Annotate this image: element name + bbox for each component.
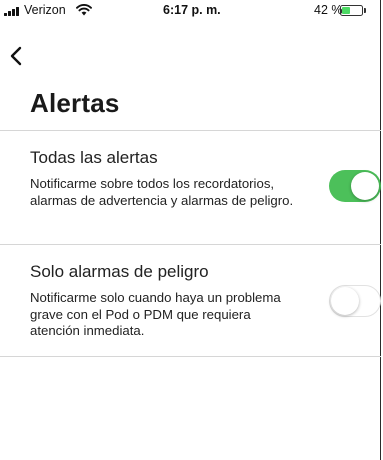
divider	[0, 130, 381, 131]
divider	[0, 356, 381, 357]
app-screen: Verizon 6:17 p. m. 42 % Alertas Todas la…	[0, 0, 381, 460]
wifi-icon	[76, 4, 92, 16]
toggle-knob	[331, 286, 359, 315]
carrier-name: Verizon	[24, 3, 66, 17]
setting-title-all-alerts: Todas las alertas	[30, 148, 158, 167]
setting-title-danger-only: Solo alarmas de peligro	[30, 262, 209, 281]
page-title: Alertas	[30, 88, 120, 118]
battery-percent: 42 %	[314, 3, 343, 17]
battery-tip	[364, 8, 366, 13]
toggle-danger-only[interactable]	[329, 285, 381, 317]
divider	[0, 244, 381, 245]
status-time: 6:17 p. m.	[163, 3, 221, 17]
battery-fill	[342, 7, 350, 14]
setting-description-all-alerts: Notificarme sobre todos los recordatorio…	[30, 176, 294, 208]
battery-icon	[340, 5, 363, 16]
signal-icon	[4, 7, 24, 16]
status-bar: Verizon 6:17 p. m. 42 %	[0, 0, 381, 20]
toggle-knob	[351, 172, 379, 200]
toggle-all-alerts[interactable]	[329, 170, 381, 202]
setting-description-danger-only: Notificarme solo cuando haya un problema…	[30, 290, 281, 338]
chevron-left-icon[interactable]	[7, 45, 27, 67]
